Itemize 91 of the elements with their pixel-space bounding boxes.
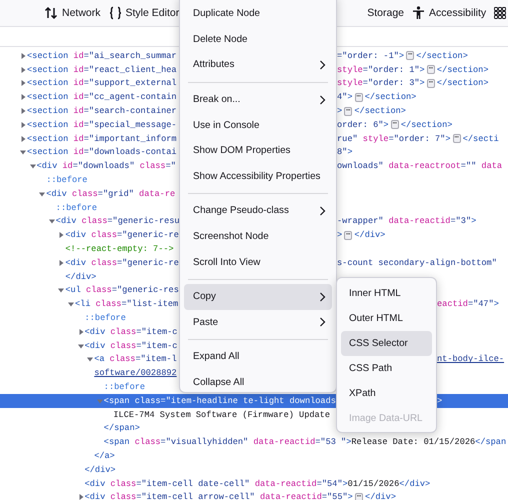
- expand-toggle[interactable]: [86, 355, 94, 364]
- code-line: eactid="47">: [437, 299, 499, 310]
- expand-toggle[interactable]: [67, 300, 75, 308]
- menu-item[interactable]: Inner HTML: [341, 281, 432, 306]
- chevron-right-icon: [319, 206, 326, 216]
- code-line[interactable]: <section id="special_message-: [27, 120, 177, 130]
- expand-toggle[interactable]: [19, 107, 27, 116]
- menu-item[interactable]: Collapse All: [184, 370, 332, 396]
- menu-item[interactable]: Delete Node: [184, 26, 332, 52]
- code-line[interactable]: <div class="generic-re: [65, 258, 179, 268]
- code-line: -wrapper" data-reactid="3">: [337, 216, 476, 226]
- expand-toggle[interactable]: [28, 162, 37, 170]
- code-line: 8">: [337, 147, 352, 158]
- menu-item[interactable]: Paste: [184, 310, 332, 336]
- code-line[interactable]: <section id="important_inform: [27, 134, 177, 144]
- code-line: >: [437, 396, 442, 406]
- code-line[interactable]: <div class="grid" data-re: [46, 188, 176, 199]
- code-line[interactable]: <a class="item-l: [94, 354, 177, 364]
- braces-icon: [108, 6, 122, 20]
- code-line[interactable]: ::before: [84, 313, 126, 324]
- code-line[interactable]: <!--react-empty: 7-->: [65, 244, 174, 254]
- code-line[interactable]: <span class="item-headline te-light downloads: [104, 396, 336, 406]
- expand-toggle[interactable]: [19, 148, 27, 156]
- code-line[interactable]: </span>: [104, 423, 140, 434]
- expand-toggle[interactable]: [38, 190, 46, 198]
- expand-toggle[interactable]: [48, 217, 56, 226]
- code-line[interactable]: ILCE-7M4 System Software (Firmware) Update: [113, 410, 330, 420]
- menu-item[interactable]: Copy: [184, 284, 332, 310]
- expand-toggle[interactable]: [57, 258, 66, 267]
- code-line[interactable]: ::before: [56, 202, 98, 213]
- code-line[interactable]: ::before: [104, 382, 146, 392]
- code-line[interactable]: <div class="generic-resu: [56, 216, 180, 226]
- arrows-icon: [44, 6, 58, 20]
- expand-toggle[interactable]: [57, 286, 66, 294]
- expand-toggle[interactable]: [76, 342, 85, 350]
- code-line[interactable]: <section id="cc_agent-contain: [27, 92, 177, 102]
- code-line[interactable]: <div class="generic-re: [65, 230, 179, 240]
- menu-item[interactable]: Outer HTML: [341, 306, 432, 331]
- person-icon: [412, 6, 425, 20]
- code-line[interactable]: <section id="downloads-contai: [27, 147, 177, 158]
- code-line[interactable]: <ul class="generic-res: [65, 285, 179, 296]
- code-line: ownloads" data-reactroot="" data: [337, 161, 502, 172]
- code-line[interactable]: ::before: [46, 175, 88, 186]
- expand-toggle[interactable]: [19, 120, 27, 129]
- chevron-right-icon: [319, 317, 326, 328]
- code-line[interactable]: <div class="item-c: [84, 340, 178, 351]
- chevron-right-icon: [319, 94, 326, 105]
- toolbar-tab[interactable]: Storage: [363, 0, 408, 26]
- code-line[interactable]: <span class="visuallyhidden" data-reactid="53 ">Release Date: 01/15/2026</span: [104, 437, 506, 448]
- menu-item[interactable]: Use in Console: [184, 112, 332, 138]
- expand-toggle[interactable]: [57, 231, 66, 240]
- grid-icon[interactable]: [494, 7, 506, 19]
- expand-toggle[interactable]: [76, 328, 85, 336]
- menu-item[interactable]: Change Pseudo-class: [184, 198, 332, 224]
- menu-item[interactable]: Scroll Into View: [184, 249, 332, 275]
- menu-item[interactable]: Show DOM Properties: [184, 138, 332, 164]
- menu-item[interactable]: Attributes: [184, 52, 332, 78]
- code-line: s-count secondary-align-bottom": [337, 258, 497, 268]
- menu-item[interactable]: Show Accessibility Properties: [184, 164, 332, 190]
- code-line[interactable]: <section id="search-container: [27, 106, 177, 116]
- menu-item[interactable]: CSS Selector: [341, 331, 432, 356]
- menu-item[interactable]: XPath: [341, 381, 432, 406]
- expand-toggle[interactable]: [19, 93, 27, 102]
- code-line[interactable]: <section id="ai_search_summar: [27, 50, 177, 61]
- code-line[interactable]: <div id="downloads" class=": [36, 161, 176, 172]
- code-line[interactable]: <section id="support_external: [27, 78, 177, 88]
- menu-item[interactable]: Expand All: [184, 344, 332, 370]
- expand-toggle[interactable]: [19, 66, 27, 74]
- code-line: nt-body-ilce-: [437, 354, 504, 364]
- code-line[interactable]: <div class="item-c: [84, 326, 178, 337]
- code-line[interactable]: <div class="item-cell date-cell" data-reactid="54">01/15/2026</div>: [84, 478, 430, 489]
- expand-toggle[interactable]: [19, 52, 27, 60]
- code-line[interactable]: <li class="list-item: [75, 299, 178, 310]
- code-line: software/0028892: [94, 368, 177, 378]
- chevron-right-icon: [319, 292, 326, 302]
- code-line[interactable]: </div>: [65, 272, 96, 282]
- chevron-right-icon: [319, 60, 326, 70]
- expand-toggle[interactable]: [96, 396, 104, 405]
- code-line[interactable]: </a>: [94, 451, 115, 461]
- expand-toggle[interactable]: [19, 134, 27, 143]
- toolbar-tab[interactable]: Network: [40, 0, 105, 26]
- code-line[interactable]: </div>: [84, 464, 116, 475]
- expand-toggle[interactable]: [76, 493, 85, 500]
- menu-item[interactable]: Break on...: [184, 86, 332, 112]
- expand-toggle[interactable]: [19, 79, 27, 88]
- menu-item[interactable]: Screenshot Node: [184, 224, 332, 250]
- menu-item[interactable]: CSS Path: [341, 356, 432, 381]
- toolbar-tab[interactable]: Accessibility: [408, 0, 490, 26]
- menu-item[interactable]: Duplicate Node: [184, 1, 332, 27]
- code-line[interactable]: <section id="react_client_hea: [27, 64, 177, 75]
- toolbar-tab[interactable]: Style Editor: [104, 0, 184, 26]
